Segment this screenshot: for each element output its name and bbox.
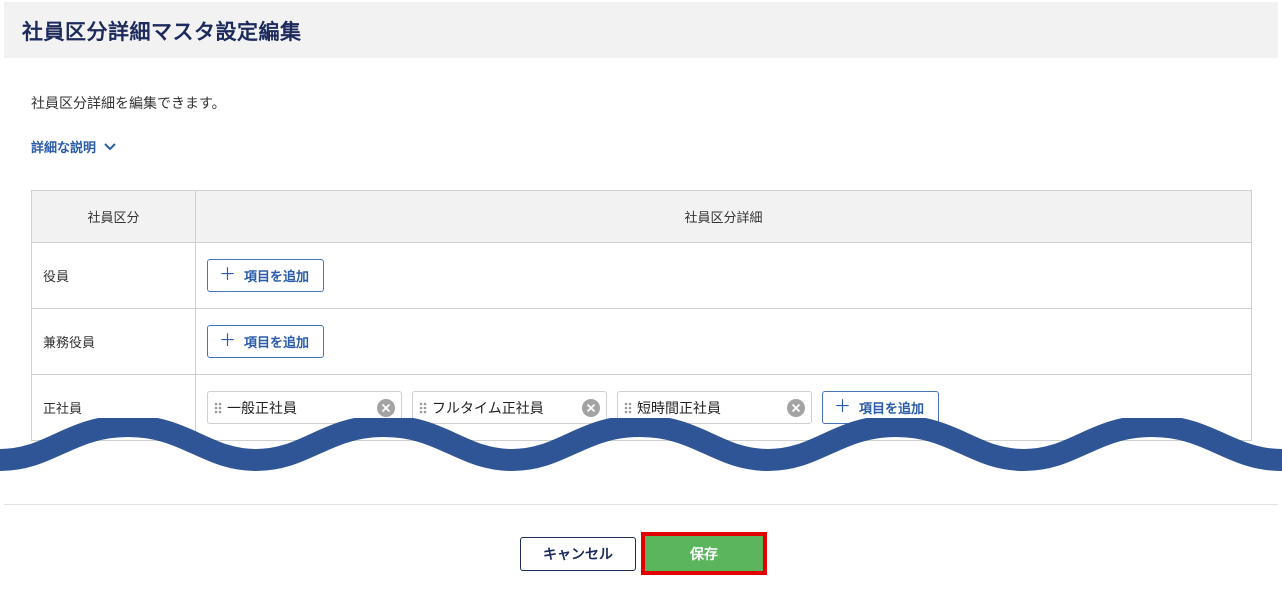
column-header-type: 社員区分 [31, 190, 196, 243]
footer-divider [4, 504, 1278, 505]
detail-cell: ＋ 項目を追加 [195, 308, 1252, 375]
details-toggle-label: 詳細な説明 [31, 141, 97, 156]
column-header-detail: 社員区分詳細 [195, 190, 1252, 243]
cancel-button[interactable]: キャンセル [520, 537, 636, 571]
add-item-label: 項目を追加 [244, 270, 310, 285]
table-header-row: 社員区分 社員区分詳細 [31, 190, 1252, 243]
details-toggle[interactable]: 詳細な説明 [31, 137, 116, 156]
detail-cell: ＋ 項目を追加 [195, 242, 1252, 309]
add-item-label: 項目を追加 [244, 336, 310, 351]
plus-icon: ＋ [219, 331, 236, 351]
chevron-down-icon [104, 142, 116, 150]
table-row: 兼務役員 ＋ 項目を追加 [31, 308, 1252, 375]
header-bar: 社員区分詳細マスタ設定編集 [4, 2, 1278, 58]
plus-icon: ＋ [834, 397, 851, 417]
employee-type-cell: 役員 [31, 242, 196, 309]
save-button[interactable]: 保存 [645, 536, 763, 571]
page-title: 社員区分詳細マスタ設定編集 [22, 20, 302, 44]
detail-item-label: フルタイム正社員 [432, 400, 544, 417]
table-row: 役員 ＋ 項目を追加 [31, 242, 1252, 309]
employee-type-cell: 兼務役員 [31, 308, 196, 375]
drag-handle-icon[interactable] [419, 402, 427, 414]
plus-icon: ＋ [219, 265, 236, 285]
detail-item-label: 短時間正社員 [637, 400, 721, 417]
page-description: 社員区分詳細を編集できます。 [31, 96, 226, 112]
detail-item-label: 一般正社員 [227, 400, 297, 417]
drag-handle-icon[interactable] [624, 402, 632, 414]
add-item-label: 項目を追加 [859, 402, 925, 417]
employee-type-table: 社員区分 社員区分詳細 役員 ＋ 項目を追加 兼務役員 ＋ 項目を追加 正社員 … [31, 190, 1252, 441]
drag-handle-icon[interactable] [214, 402, 222, 414]
add-item-button[interactable]: ＋ 項目を追加 [207, 325, 325, 358]
save-highlight-box: 保存 [641, 532, 767, 575]
wave-cut-divider [0, 418, 1282, 472]
add-item-button[interactable]: ＋ 項目を追加 [207, 259, 325, 292]
